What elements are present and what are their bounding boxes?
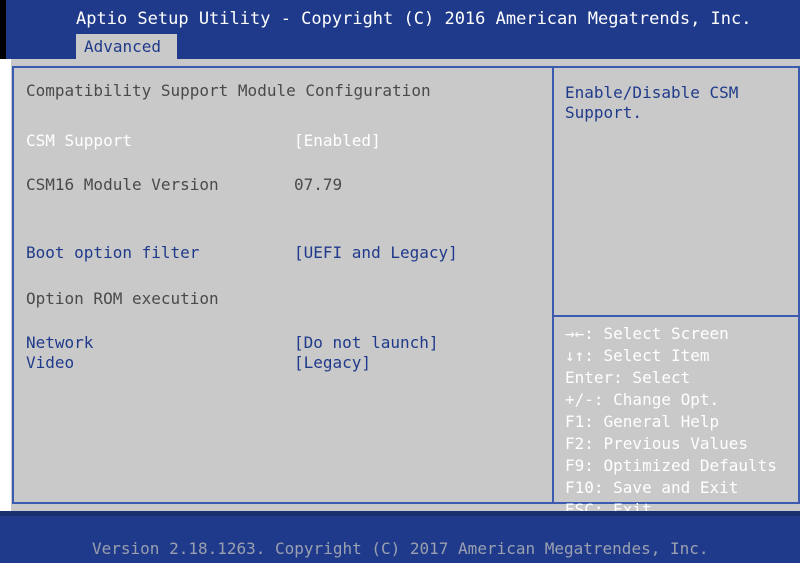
main-area: Compatibility Support Module Configurati… bbox=[11, 59, 800, 519]
csm-support-value[interactable]: [Enabled] bbox=[294, 131, 381, 151]
key-save-exit: F10: Save and Exit bbox=[565, 478, 739, 497]
panel-divider-vertical bbox=[552, 68, 554, 502]
version-text: Version 2.18.1263. Copyright (C) 2017 Am… bbox=[92, 539, 709, 558]
key-select-screen: →←: Select Screen bbox=[565, 324, 729, 343]
network-value[interactable]: [Do not launch] bbox=[294, 333, 439, 353]
csm16-version-value: 07.79 bbox=[294, 175, 343, 194]
help-text: Enable/Disable CSM Support. bbox=[565, 83, 739, 122]
key-legend: →←: Select Screen ↓↑: Select Item Enter:… bbox=[565, 323, 777, 521]
key-select-item: ↓↑: Select Item bbox=[565, 346, 710, 365]
key-change-opt: +/-: Change Opt. bbox=[565, 390, 720, 409]
boot-option-filter-label[interactable]: Boot option filter bbox=[26, 243, 199, 263]
header-bar: Aptio Setup Utility - Copyright (C) 2016… bbox=[0, 0, 800, 59]
csm-support-label[interactable]: CSM Support bbox=[26, 131, 132, 151]
boot-option-filter-value[interactable]: [UEFI and Legacy] bbox=[294, 243, 458, 263]
footer-strip bbox=[0, 511, 800, 516]
option-rom-heading: Option ROM execution bbox=[26, 289, 219, 308]
csm16-version-label: CSM16 Module Version bbox=[26, 175, 219, 194]
video-value[interactable]: [Legacy] bbox=[294, 353, 371, 373]
app-title: Aptio Setup Utility - Copyright (C) 2016… bbox=[76, 9, 752, 29]
video-label[interactable]: Video bbox=[26, 353, 74, 373]
key-general-help: F1: General Help bbox=[565, 412, 720, 431]
panel-divider-horizontal bbox=[554, 315, 800, 317]
key-enter-select: Enter: Select bbox=[565, 368, 691, 387]
tab-advanced[interactable]: Advanced bbox=[76, 34, 177, 59]
footer-bar: Version 2.18.1263. Copyright (C) 2017 Am… bbox=[0, 511, 800, 563]
network-label[interactable]: Network bbox=[26, 333, 93, 353]
key-optimized-defaults: F9: Optimized Defaults bbox=[565, 456, 777, 475]
key-previous-values: F2: Previous Values bbox=[565, 434, 749, 453]
header-left-edge bbox=[0, 0, 6, 59]
section-title: Compatibility Support Module Configurati… bbox=[26, 81, 431, 100]
settings-panel: Compatibility Support Module Configurati… bbox=[12, 66, 800, 519]
